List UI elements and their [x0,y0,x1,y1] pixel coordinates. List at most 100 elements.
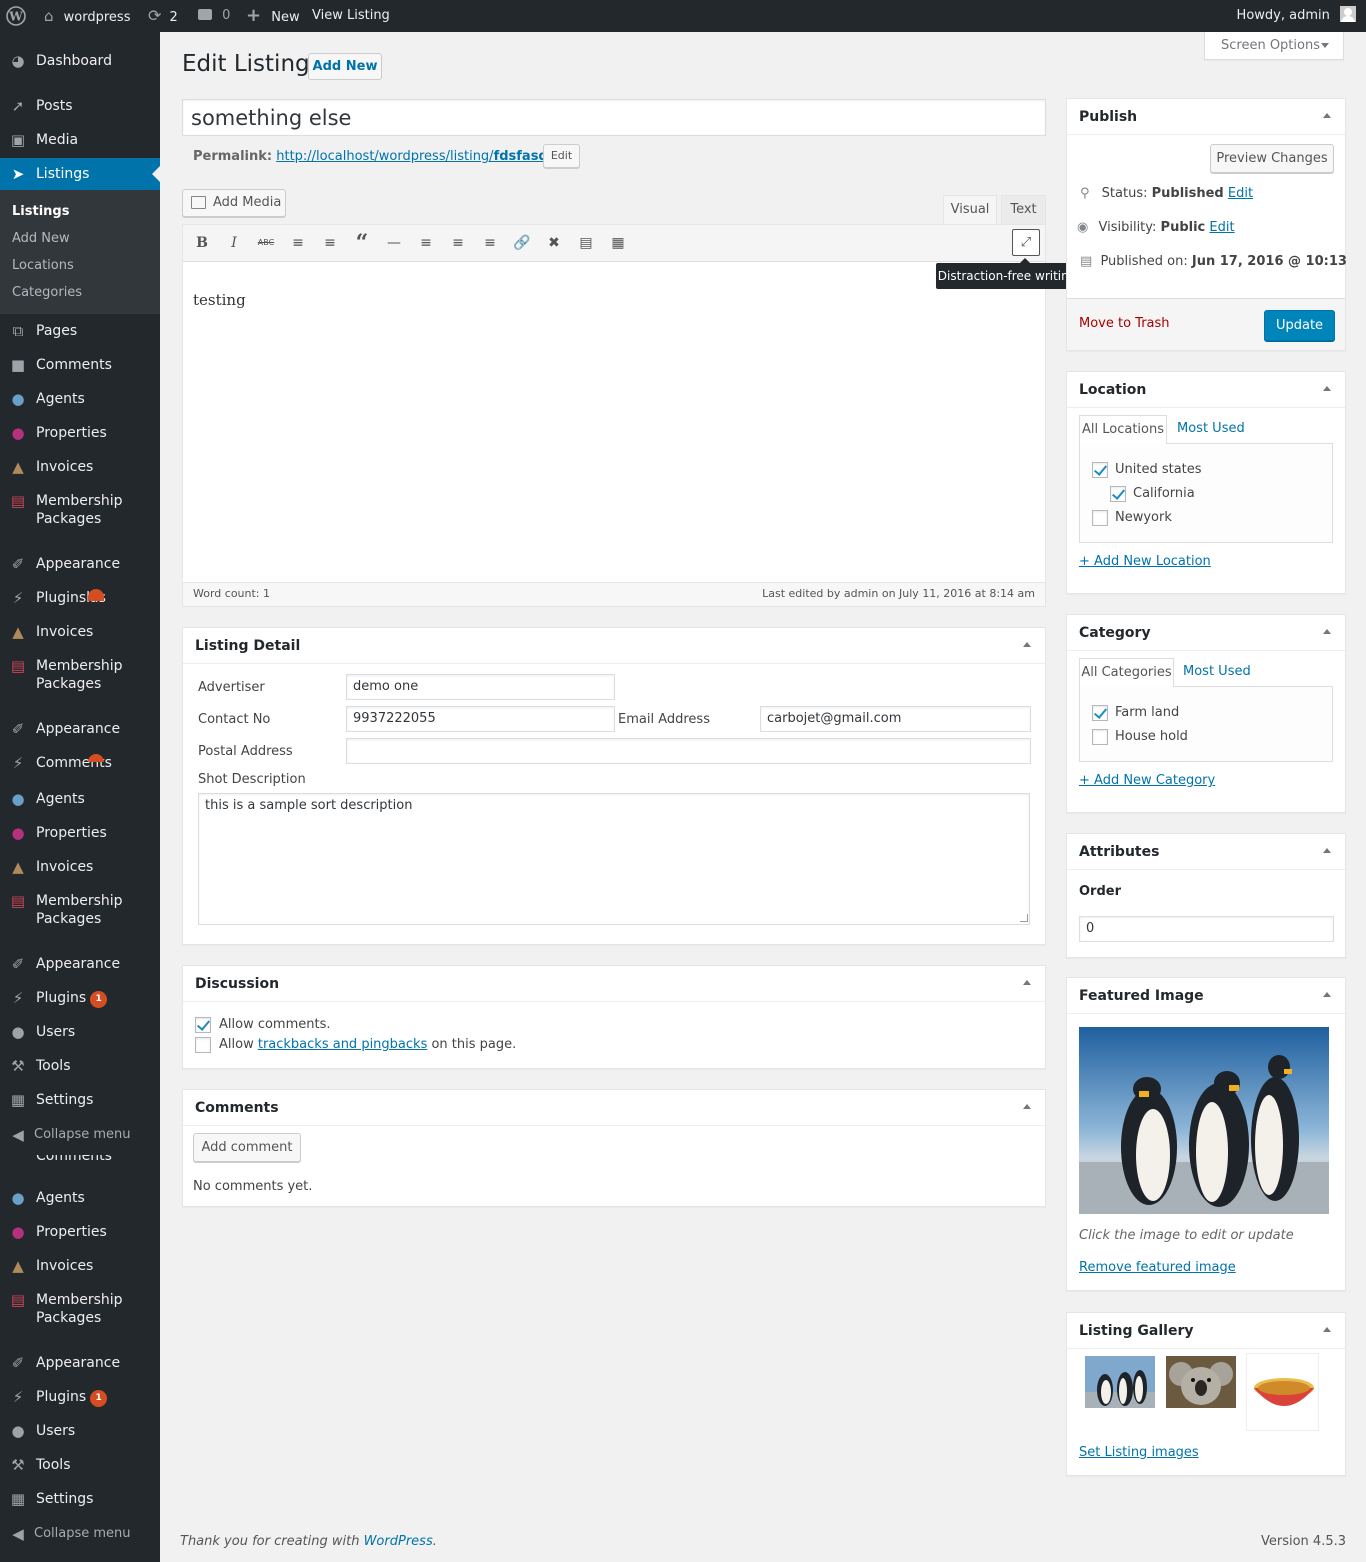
location-checkbox-california[interactable] [1110,486,1126,502]
visibility-edit-link[interactable]: Edit [1209,220,1234,235]
comments-icon: ■ [10,356,26,374]
tab-text[interactable]: Text [1001,195,1046,224]
footer-thanks: Thank you for creating with WordPress. [180,1534,437,1549]
category-tab-most-used[interactable]: Most Used [1183,664,1251,679]
toggle-arrow-icon [1023,1104,1031,1109]
submenu-listings[interactable]: Listings [12,204,69,219]
trash-link[interactable]: Move to Trash [1079,316,1170,331]
wordpress-link[interactable]: WordPress [364,1534,433,1549]
updates-count: 2 [169,10,178,25]
allow-pingbacks-checkbox[interactable] [195,1037,211,1053]
add-comment-button[interactable]: Add comment [193,1133,301,1162]
gallery-thumb-bowl[interactable] [1246,1353,1319,1431]
add-new-button[interactable]: Add New [308,53,382,80]
location-checkbox-united-states[interactable] [1092,462,1108,478]
email-input[interactable]: carbojet@gmail.com [760,706,1031,732]
add-media-button[interactable]: Add Media [182,189,286,217]
tab-visual[interactable]: Visual [943,195,997,224]
read-more-icon[interactable]: ▤ [575,232,597,254]
italic-icon[interactable]: I [223,232,245,254]
category-label-house-hold: House hold [1115,729,1188,744]
remove-featured-image-link[interactable]: Remove featured image [1079,1260,1236,1275]
menu-membership-2[interactable]: ▤ Membership Packages [0,657,160,693]
location-checkbox-newyork[interactable] [1092,510,1108,526]
site-name-link[interactable]: ⌂ wordpress [44,0,130,32]
horizontal-line-icon[interactable]: — [383,232,405,254]
align-center-icon[interactable]: ≡ [447,232,469,254]
align-left-icon[interactable]: ≡ [415,232,437,254]
gallery-thumb-penguins[interactable] [1085,1356,1155,1408]
preview-changes-button[interactable]: Preview Changes [1210,144,1334,173]
attributes-header[interactable]: Attributes [1067,834,1345,870]
location-header[interactable]: Location [1067,372,1345,408]
comments-header[interactable]: Comments [183,1090,1045,1126]
menu-membership[interactable]: ▤ Membership Packages [0,492,160,528]
contact-input[interactable]: 9937222055 [346,706,615,732]
view-listing-link[interactable]: View Listing [312,0,390,32]
category-checkbox-farm-land[interactable] [1092,705,1108,721]
paintbrush-icon: ✐ [11,1354,25,1372]
map-pin-icon: ● [11,824,25,842]
allow-comments-checkbox[interactable] [195,1017,211,1033]
add-new-location-link[interactable]: + Add New Location [1079,554,1211,569]
edit-slug-button[interactable]: Edit [543,144,580,168]
plugins-badge: 1 [90,991,108,1008]
strikethrough-icon[interactable]: ABC [255,232,277,254]
listing-gallery-header[interactable]: Listing Gallery [1067,1313,1345,1349]
add-new-category-link[interactable]: + Add New Category [1079,773,1215,788]
location-tab-most-used[interactable]: Most Used [1177,421,1245,436]
bulleted-list-icon[interactable]: ≡ [287,232,309,254]
trackbacks-link[interactable]: trackbacks and pingbacks [258,1037,428,1052]
update-button[interactable]: Update [1264,310,1335,341]
comments-link[interactable]: 0 [198,0,230,32]
advertiser-input[interactable]: demo one [346,674,615,700]
featured-image-header[interactable]: Featured Image [1067,978,1345,1014]
menu-membership-4[interactable]: ▤ Membership Packages [0,1291,160,1327]
updates-link[interactable]: ⟳ 2 [148,0,178,32]
menu-comments-partial[interactable]: Comments [0,1155,160,1165]
editor-content[interactable]: testing [193,291,246,309]
blockquote-icon[interactable]: “ [351,232,373,254]
post-title-input[interactable]: something else [182,99,1046,136]
toolbar-toggle-icon[interactable]: ▦ [607,232,629,254]
menu-listings[interactable]: ➤ Listings [0,158,160,190]
footer-version: Version 4.5.3 [1260,1534,1346,1549]
publish-header[interactable]: Publish [1067,99,1345,135]
calendar-icon: ▤ [1080,254,1093,269]
location-tab-all[interactable]: All Locations [1079,415,1167,444]
toggle-arrow-icon [1323,1327,1331,1332]
account-menu[interactable]: Howdy, admin [1237,0,1356,32]
short-desc-textarea[interactable]: this is a sample sort description [198,793,1030,925]
category-header[interactable]: Category [1067,615,1345,651]
wordpress-logo-icon[interactable]: W [6,0,28,32]
status-edit-link[interactable]: Edit [1228,186,1253,201]
numbered-list-icon[interactable]: ≡ [319,232,341,254]
listing-detail-header[interactable]: Listing Detail [183,628,1045,664]
gallery-thumb-koala[interactable] [1166,1356,1236,1408]
permalink-link[interactable]: http://localhost/wordpress/listing/fdsfa… [276,149,574,164]
comments-count: 0 [222,8,231,23]
category-checkbox-house-hold[interactable] [1092,729,1108,745]
fullscreen-icon[interactable]: ⤢ [1012,229,1040,256]
submenu-locations[interactable]: Locations [12,258,74,273]
screen-options-button[interactable]: Screen Options [1204,32,1344,60]
current-arrow-icon [152,166,160,182]
discussion-header[interactable]: Discussion [183,966,1045,1002]
order-input[interactable]: 0 [1079,916,1334,942]
resize-handle-icon[interactable] [1020,914,1028,922]
admin-sidebar: ◕ Dashboard ➚ Posts ▣ Media ➤ Listings Listi… [0,32,160,1562]
align-right-icon[interactable]: ≡ [479,232,501,254]
postal-input[interactable] [346,738,1031,764]
bold-icon[interactable]: B [191,232,213,254]
featured-image[interactable] [1079,1027,1329,1214]
set-listing-images-link[interactable]: Set Listing images [1079,1445,1199,1460]
submenu-add-new[interactable]: Add New [12,231,70,246]
menu-membership-3[interactable]: ▤ Membership Packages [0,892,160,928]
unlink-icon[interactable]: ✖ [543,232,565,254]
new-content-link[interactable]: + New [246,0,300,32]
page-title: Edit Listing [182,51,310,77]
plugins-badge: 1 [90,1390,108,1407]
link-icon[interactable]: 🔗 [511,232,533,254]
submenu-categories[interactable]: Categories [12,285,82,300]
category-tab-all[interactable]: All Categories [1079,658,1174,687]
